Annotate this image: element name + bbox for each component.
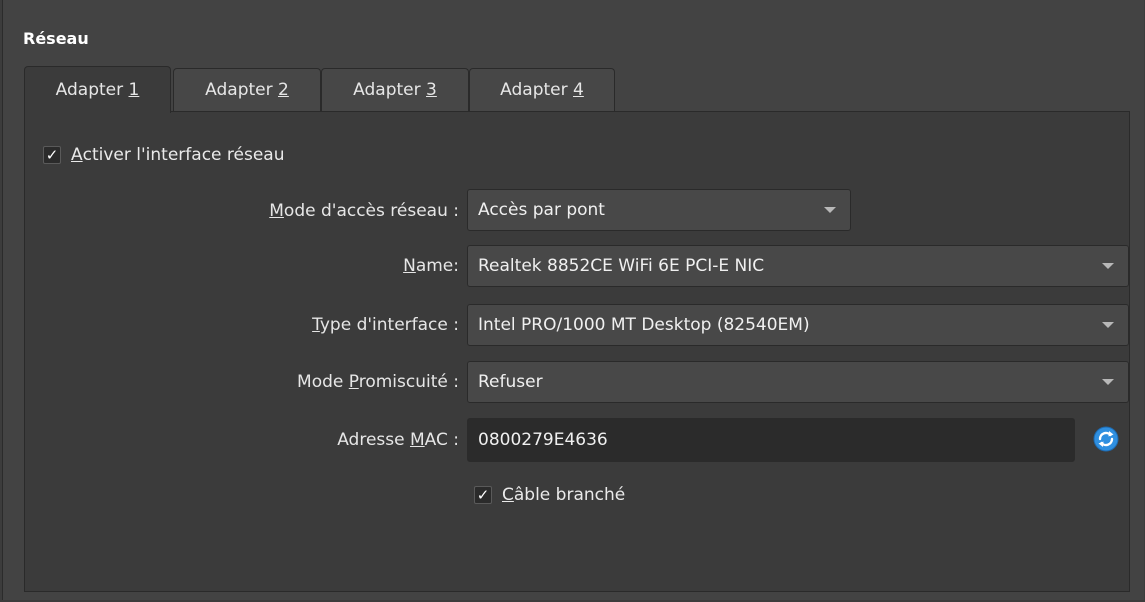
mac-label: Adresse MAC : [337, 430, 459, 450]
enable-adapter-checkbox[interactable]: ✓ Activer l'interface réseau [43, 145, 285, 165]
shortcut-letter: T [312, 315, 320, 335]
checkbox-label: âble branché [513, 485, 626, 505]
shortcut-letter: M [409, 430, 425, 450]
interface-type-label: Type d'interface : [312, 315, 459, 335]
interface-type-select[interactable]: Intel PRO/1000 MT Desktop (82540EM) [467, 304, 1129, 346]
chevron-down-icon [824, 207, 836, 213]
promiscuous-label: Mode Promiscuité : [297, 372, 459, 392]
tab-adapter-2[interactable]: Adapter 2 [173, 68, 321, 111]
mac-value: 0800279E4636 [478, 430, 608, 450]
shortcut-letter: M [269, 201, 284, 221]
promiscuous-select[interactable]: Refuser [467, 361, 1129, 403]
tab-adapter-3[interactable]: Adapter 3 [321, 68, 469, 111]
mode-label: Mode d'accès réseau : [269, 201, 459, 221]
checkbox-label: ctiver l'interface réseau [82, 145, 285, 165]
label-text: Mode [297, 372, 349, 392]
mac-address-input[interactable]: 0800279E4636 [467, 418, 1075, 462]
chevron-down-icon [1102, 379, 1114, 385]
checkbox-check-icon: ✓ [43, 146, 61, 164]
shortcut-letter: A [71, 145, 83, 165]
name-select[interactable]: Realtek 8852CE WiFi 6E PCI-E NIC [467, 245, 1129, 287]
network-settings-window: Réseau Adapter 1 Adapter 2 Adapter 3 Ada… [2, 0, 1144, 600]
tab-adapter-4[interactable]: Adapter 4 [469, 68, 615, 111]
tab-shortcut: 3 [426, 80, 437, 100]
tab-label: Adapter [353, 80, 421, 100]
mode-select[interactable]: Accès par pont [467, 189, 851, 231]
label-text: AC : [424, 430, 459, 450]
tab-shortcut: 4 [573, 80, 584, 100]
interface-type-value: Intel PRO/1000 MT Desktop (82540EM) [478, 315, 810, 335]
shortcut-letter: C [502, 485, 514, 505]
tab-label: Adapter [205, 80, 273, 100]
name-value: Realtek 8852CE WiFi 6E PCI-E NIC [478, 256, 765, 276]
refresh-mac-icon[interactable] [1092, 425, 1120, 453]
mode-value: Accès par pont [478, 200, 605, 220]
shortcut-letter: P [348, 372, 359, 392]
tab-label: Adapter [55, 80, 124, 100]
tab-shortcut: 1 [128, 80, 140, 100]
promiscuous-value: Refuser [478, 372, 543, 392]
checkbox-check-icon: ✓ [474, 486, 492, 504]
name-label: Name: [403, 256, 459, 276]
chevron-down-icon [1102, 322, 1114, 328]
cable-connected-checkbox[interactable]: ✓ Câble branché [474, 485, 625, 505]
label-text: romiscuité : [358, 372, 459, 392]
tab-adapter-1[interactable]: Adapter 1 [24, 66, 171, 113]
label-text: Adresse [337, 430, 410, 450]
label-text: ype d'interface : [319, 315, 459, 335]
label-text: ode d'accès réseau : [283, 201, 459, 221]
tab-label: Adapter [500, 80, 568, 100]
tab-shortcut: 2 [278, 80, 289, 100]
chevron-down-icon [1102, 263, 1114, 269]
shortcut-letter: N [403, 256, 416, 276]
section-title: Réseau [23, 29, 89, 48]
label-text: ame: [415, 256, 459, 276]
adapter-panel [24, 111, 1130, 592]
